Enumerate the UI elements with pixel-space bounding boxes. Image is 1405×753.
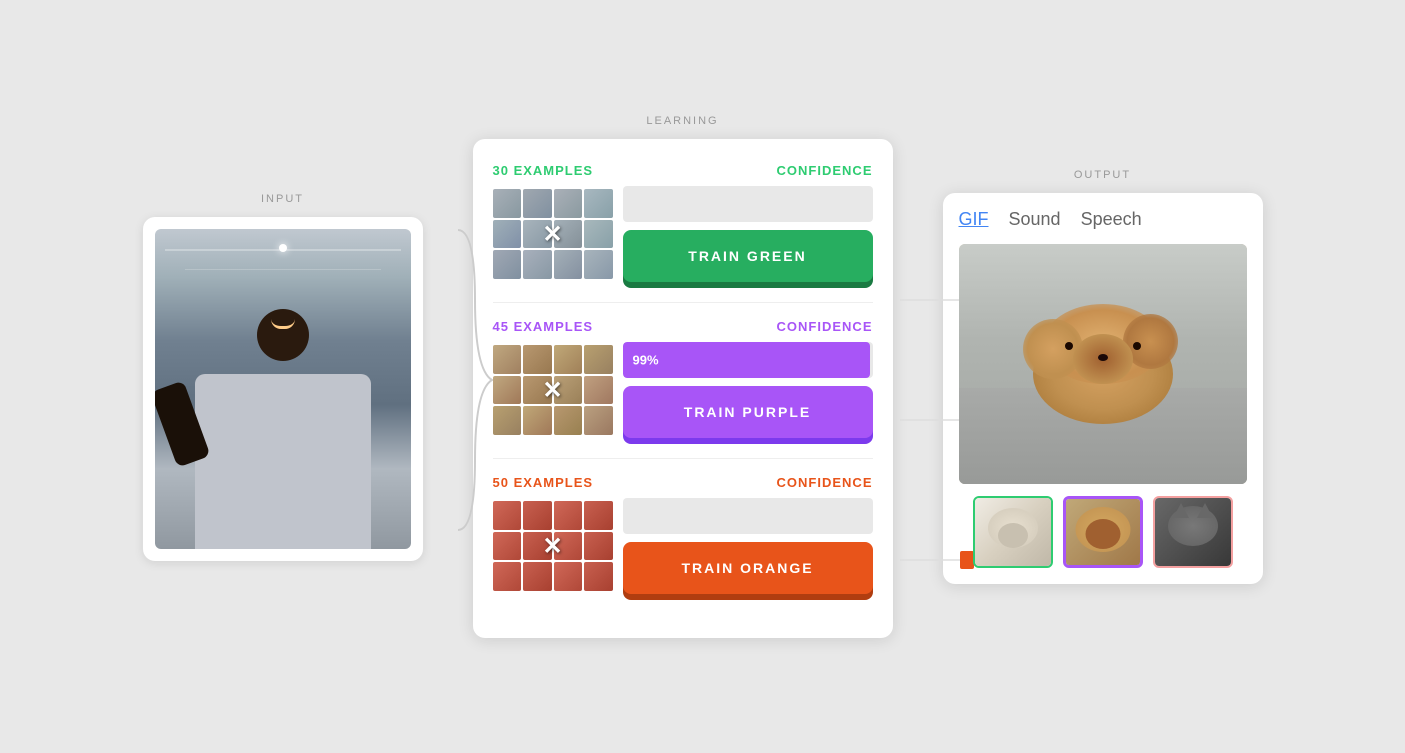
- confidence-container-green: TRAIN GREEN: [623, 186, 873, 282]
- confidence-container-purple: 99% TRAIN PURPLE: [623, 342, 873, 438]
- output-thumb-3[interactable]: [1153, 496, 1233, 568]
- confidence-bar-orange: [623, 498, 873, 534]
- confidence-value-purple: 99%: [633, 353, 659, 368]
- confidence-bar-purple: 99%: [623, 342, 873, 378]
- x-overlay-orange: ✕: [542, 532, 562, 561]
- output-thumbnails: [959, 496, 1247, 568]
- input-label: INPUT: [261, 193, 304, 205]
- x-overlay-purple: ✕: [542, 376, 562, 405]
- output-main-image: [959, 244, 1247, 484]
- thumbnails-orange: ✕: [493, 501, 613, 591]
- examples-count-orange: 50 EXAMPLES: [493, 475, 594, 490]
- thumbnails-green: ✕: [493, 189, 613, 279]
- output-tabs: GIF Sound Speech: [959, 209, 1247, 230]
- learning-card: 30 EXAMPLES CONFIDENCE: [473, 139, 893, 638]
- class-row-purple: ✕ 99% TRAIN PURPLE: [493, 342, 873, 438]
- train-purple-button[interactable]: TRAIN PURPLE: [623, 386, 873, 438]
- confidence-label-orange: CONFIDENCE: [777, 475, 873, 490]
- class-row-green: ✕ TRAIN GREEN: [493, 186, 873, 282]
- input-section: INPUT: [143, 193, 423, 561]
- class-block-green: 30 EXAMPLES CONFIDENCE: [493, 163, 873, 282]
- main-container: INPUT LEARNING: [0, 0, 1405, 753]
- confidence-fill-purple: 99%: [623, 342, 871, 378]
- input-card: [143, 217, 423, 561]
- thumbnails-purple: ✕: [493, 345, 613, 435]
- examples-count-purple: 45 EXAMPLES: [493, 319, 594, 334]
- confidence-label-purple: CONFIDENCE: [777, 319, 873, 334]
- class-header-orange: 50 EXAMPLES CONFIDENCE: [493, 475, 873, 490]
- learning-section: LEARNING 30 EXAMPLES CONFIDENCE: [473, 115, 893, 638]
- train-green-button[interactable]: TRAIN GREEN: [623, 230, 873, 282]
- class-header-green: 30 EXAMPLES CONFIDENCE: [493, 163, 873, 178]
- class-header-purple: 45 EXAMPLES CONFIDENCE: [493, 319, 873, 334]
- output-thumb-1[interactable]: [973, 496, 1053, 568]
- output-thumb-2[interactable]: [1063, 496, 1143, 568]
- confidence-container-orange: TRAIN ORANGE: [623, 498, 873, 594]
- output-section: OUTPUT GIF Sound Speech: [943, 169, 1263, 584]
- confidence-bar-green: [623, 186, 873, 222]
- train-orange-button[interactable]: TRAIN ORANGE: [623, 542, 873, 594]
- divider-1: [493, 302, 873, 303]
- input-image: [155, 229, 411, 549]
- divider-2: [493, 458, 873, 459]
- output-card: GIF Sound Speech: [943, 193, 1263, 584]
- class-row-orange: ✕ TRAIN ORANGE: [493, 498, 873, 594]
- output-label: OUTPUT: [1074, 169, 1131, 181]
- learning-label: LEARNING: [646, 115, 718, 127]
- x-overlay-green: ✕: [542, 220, 562, 249]
- class-block-purple: 45 EXAMPLES CONFIDENCE: [493, 319, 873, 438]
- tab-sound[interactable]: Sound: [1009, 209, 1061, 230]
- class-block-orange: 50 EXAMPLES CONFIDENCE: [493, 475, 873, 594]
- tab-speech[interactable]: Speech: [1081, 209, 1142, 230]
- confidence-label-green: CONFIDENCE: [777, 163, 873, 178]
- examples-count-green: 30 EXAMPLES: [493, 163, 594, 178]
- tab-gif[interactable]: GIF: [959, 209, 989, 230]
